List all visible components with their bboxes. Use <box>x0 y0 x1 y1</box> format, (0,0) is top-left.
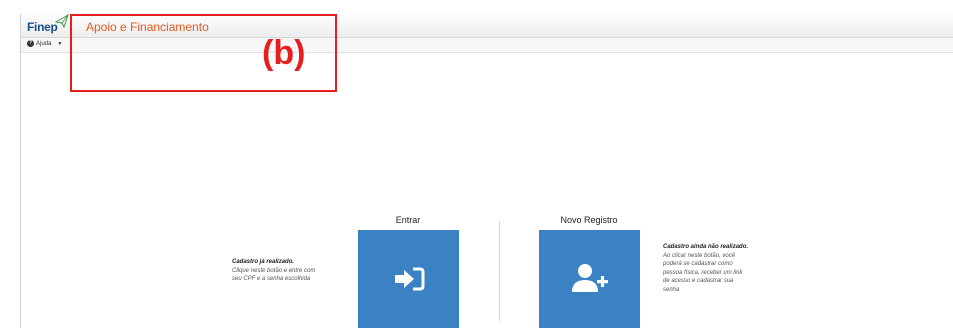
help-menu-label: Ajuda <box>36 40 52 47</box>
user-plus-icon <box>572 264 608 292</box>
register-description-title: Cadastro ainda não realizado. <box>663 244 749 250</box>
login-description-line: Clique neste botão e entre com <box>232 267 316 274</box>
register-title: Novo Registro <box>560 215 618 225</box>
logo-text: Finep <box>27 20 58 34</box>
help-menu[interactable]: ? Ajuda ▼ <box>27 40 62 47</box>
login-title: Entrar <box>395 215 421 225</box>
login-button[interactable] <box>358 230 459 328</box>
login-description-line: seu CPF e a senha escolhida <box>232 276 311 283</box>
register-description: Cadastro ainda não realizado. Ao clicar … <box>663 243 793 295</box>
column-divider <box>499 221 500 321</box>
register-description-line: poderá se cadastrar como <box>663 261 733 268</box>
register-description-line: Ao clicar neste botão, você <box>663 252 736 259</box>
sign-in-icon <box>395 267 425 291</box>
register-description-line: pessoa física, receber um link <box>663 269 743 276</box>
new-register-button[interactable] <box>539 230 640 328</box>
finep-logo[interactable]: Finep <box>27 14 71 36</box>
question-circle-icon: ? <box>27 40 34 47</box>
register-description-line: senha <box>663 286 680 293</box>
login-description-title: Cadastro já realizado. <box>232 259 295 265</box>
window-left-border <box>20 14 21 328</box>
login-description: Cadastro já realizado. Clique neste botã… <box>232 258 352 284</box>
annotation-label: (b) <box>262 34 306 72</box>
paper-plane-icon <box>55 14 69 28</box>
caret-down-icon: ▼ <box>57 40 63 47</box>
register-description-line: de acesso e cadastrar sua <box>663 278 734 285</box>
